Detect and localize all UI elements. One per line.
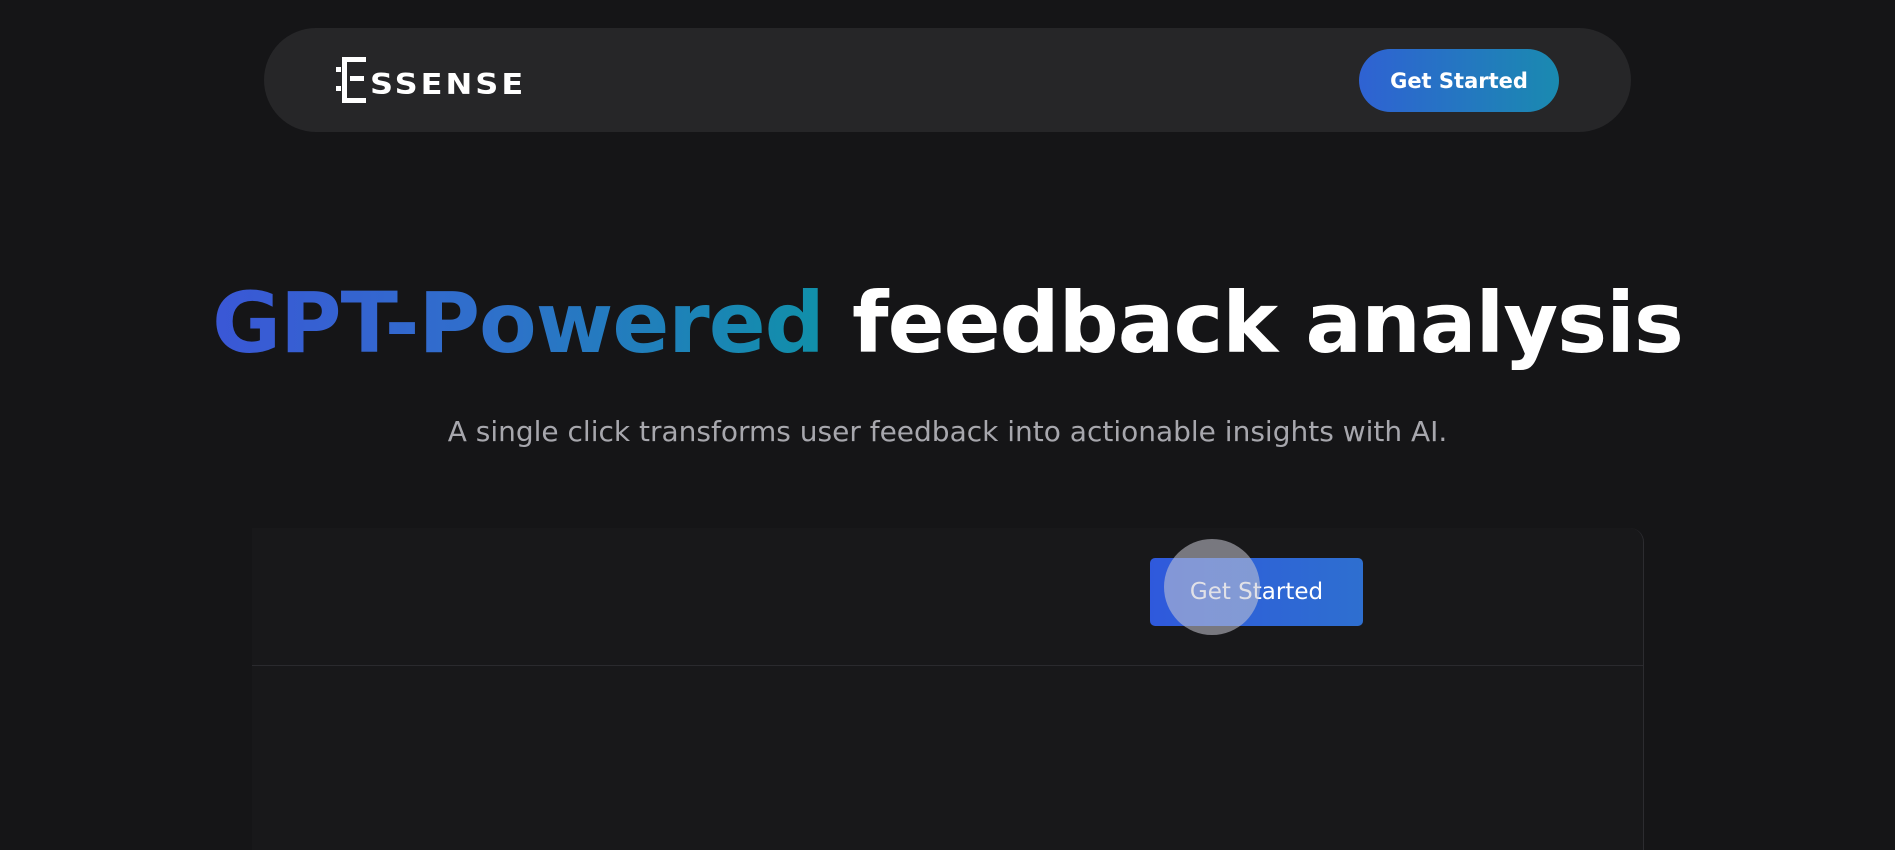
- landing-page: SSENSE Get Started GPT-Powered feedback …: [0, 0, 1895, 850]
- demo-panel-header: Get Started: [252, 528, 1643, 666]
- top-navbar: SSENSE Get Started: [264, 28, 1631, 132]
- demo-panel: Get Started: [252, 528, 1644, 850]
- panel-get-started-button[interactable]: Get Started: [1150, 558, 1363, 626]
- hero-subtitle: A single click transforms user feedback …: [447, 415, 1448, 448]
- hero-title-highlight: GPT-Powered: [212, 274, 825, 372]
- essense-logo[interactable]: SSENSE: [336, 52, 527, 106]
- logo-wordmark: SSENSE: [370, 66, 527, 102]
- nav-get-started-button[interactable]: Get Started: [1359, 49, 1559, 112]
- essense-logo-icon: [336, 55, 366, 103]
- hero-title: GPT-Powered feedback analysis: [0, 268, 1895, 378]
- hero-title-rest: feedback analysis: [823, 274, 1684, 372]
